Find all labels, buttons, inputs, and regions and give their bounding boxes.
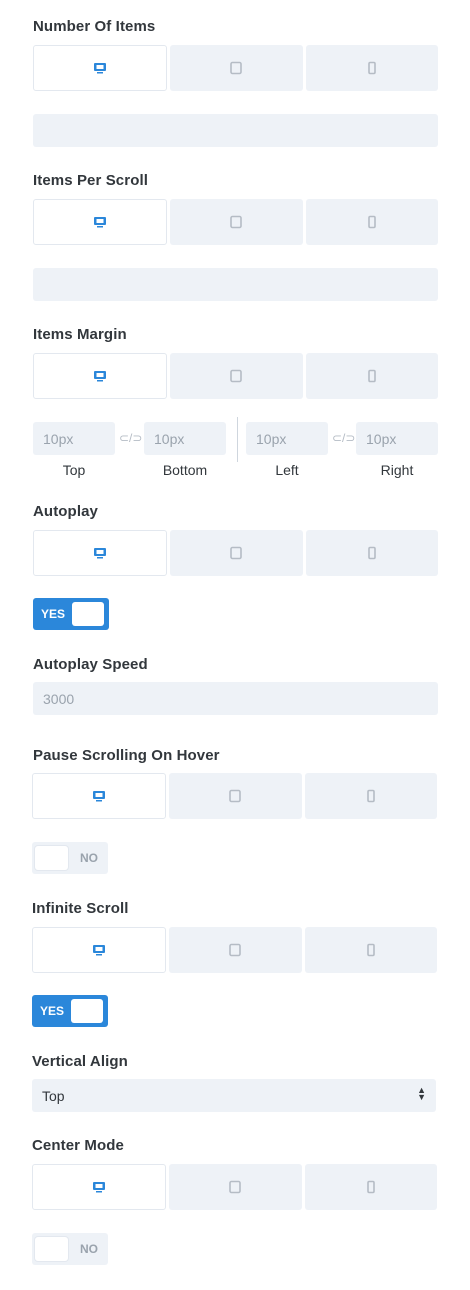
pause-on-hover-label: Pause Scrolling On Hover [33,747,220,764]
tab-tablet[interactable] [169,773,302,819]
items-per-scroll-input[interactable] [33,268,438,301]
toggle-knob [71,999,103,1023]
vertical-align-select[interactable]: Top ▲ ▼ [32,1079,436,1112]
toggle-knob [35,846,68,870]
tab-phone[interactable] [305,530,438,576]
phone-icon [367,943,375,957]
desktop-icon [94,371,107,382]
tab-phone[interactable] [304,1164,437,1210]
pause-on-hover-toggle[interactable]: NO [32,842,108,874]
phone-icon [368,215,376,229]
margin-right-label: Right [380,462,414,478]
phone-icon [368,61,376,75]
tab-phone[interactable] [305,353,438,399]
number-of-items-label: Number Of Items [33,18,156,35]
desktop-icon [94,217,107,228]
autoplay-toggle[interactable]: YES [33,598,109,630]
tab-tablet[interactable] [169,927,302,973]
margin-left-label: Left [275,462,299,478]
margin-top-label: Top [62,462,86,478]
tab-tablet[interactable] [169,1164,302,1210]
number-of-items-input[interactable] [33,114,438,147]
infinite-scroll-device-tabs [32,927,437,973]
center-mode-device-tabs [32,1164,437,1210]
items-margin-label: Items Margin [33,326,127,343]
margin-bottom-input[interactable]: 10px [144,422,226,455]
desktop-icon [93,791,106,802]
link-top-bottom-icon[interactable]: ⊂/⊃ [119,431,142,445]
vertical-align-label: Vertical Align [32,1053,128,1070]
desktop-icon [93,945,106,956]
tab-phone[interactable] [305,45,438,91]
desktop-icon [94,63,107,74]
desktop-icon [93,1182,106,1193]
items-margin-device-tabs [33,353,438,399]
toggle-state-text: NO [80,851,98,865]
tab-phone[interactable] [305,199,438,245]
tab-tablet[interactable] [170,530,303,576]
tab-tablet[interactable] [170,45,303,91]
tab-phone[interactable] [304,927,437,973]
tab-desktop[interactable] [33,199,168,245]
toggle-knob [35,1237,68,1261]
tablet-icon [230,61,243,75]
toggle-knob [72,602,104,626]
toggle-state-text: NO [80,1242,98,1256]
tab-desktop[interactable] [33,45,168,91]
number-of-items-device-tabs [33,45,438,91]
select-arrows-icon: ▲ ▼ [417,1085,426,1102]
margin-right-input[interactable]: 10px [356,422,438,455]
tab-desktop[interactable] [33,353,168,399]
tab-desktop[interactable] [32,1164,167,1210]
tablet-icon [229,1180,242,1194]
center-mode-toggle[interactable]: NO [32,1233,108,1265]
infinite-scroll-label: Infinite Scroll [32,900,129,917]
tab-phone[interactable] [304,773,437,819]
tablet-icon [230,546,243,560]
autoplay-speed-input[interactable]: 3000 [33,682,438,715]
phone-icon [367,789,375,803]
toggle-state-text: YES [40,1004,65,1018]
items-per-scroll-label: Items Per Scroll [33,172,148,189]
center-mode-label: Center Mode [32,1137,124,1154]
toggle-state-text: YES [41,607,66,621]
margin-left-input[interactable]: 10px [246,422,328,455]
margin-divider [237,417,238,462]
phone-icon [367,1180,375,1194]
items-per-scroll-device-tabs [33,199,438,245]
margin-top-input[interactable]: 10px [33,422,115,455]
tab-desktop[interactable] [32,773,167,819]
margin-bottom-label: Bottom [162,462,208,478]
tablet-icon [229,789,242,803]
tab-tablet[interactable] [170,353,303,399]
pause-on-hover-device-tabs [32,773,437,819]
link-left-right-icon[interactable]: ⊂/⊃ [332,431,355,445]
tab-desktop[interactable] [32,927,167,973]
autoplay-label: Autoplay [33,503,98,520]
desktop-icon [94,548,107,559]
tab-tablet[interactable] [170,199,303,245]
vertical-align-value: Top [42,1087,65,1104]
tablet-icon [230,369,243,383]
infinite-scroll-toggle[interactable]: YES [32,995,108,1027]
autoplay-speed-label: Autoplay Speed [33,656,148,673]
autoplay-device-tabs [33,530,438,576]
phone-icon [368,546,376,560]
phone-icon [368,369,376,383]
tablet-icon [229,943,242,957]
tab-desktop[interactable] [33,530,168,576]
tablet-icon [230,215,243,229]
